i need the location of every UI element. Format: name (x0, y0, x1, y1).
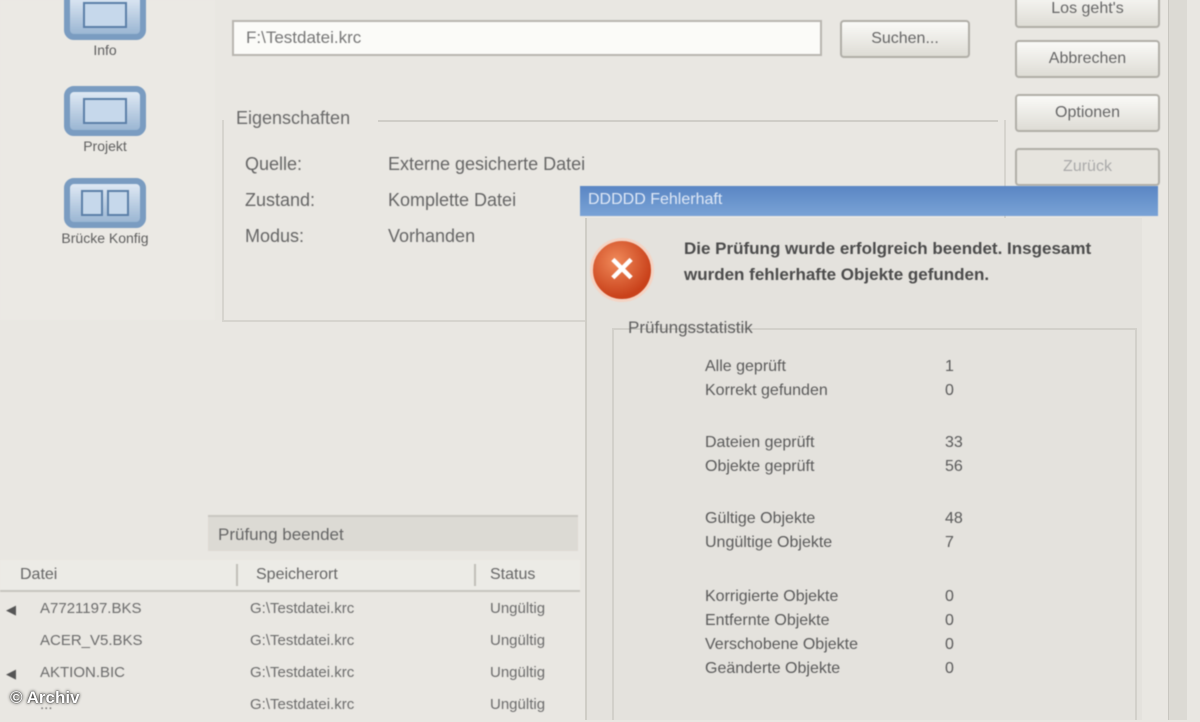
column-header-status[interactable]: Status (490, 566, 535, 584)
nav-item-label: Projekt (83, 138, 127, 154)
table-row[interactable]: ◀ A7721197.BKS G:\Testdatei.krc Ungültig (0, 594, 580, 626)
stat-label: Geänderte Objekte (705, 660, 841, 677)
property-label: Zustand: (245, 190, 316, 210)
property-value: Vorhanden (388, 226, 476, 246)
error-icon: ✕ (590, 238, 654, 302)
stat-value: 7 (945, 534, 954, 551)
source-path-field[interactable]: F:\Testdatei.krc (232, 20, 822, 56)
stat-label: Dateien geprüft (705, 434, 815, 451)
vertical-scrollbar[interactable] (1168, 0, 1187, 720)
monitor-icon (64, 86, 146, 136)
cell-location: G:\Testdatei.krc (250, 632, 355, 649)
browse-button[interactable]: Suchen... (840, 20, 970, 58)
stat-label: Objekte geprüft (705, 458, 815, 475)
stat-label: Alle geprüft (705, 358, 786, 375)
nav-item-bridge[interactable]: Brücke Konfig (40, 178, 170, 246)
group-divider (378, 120, 998, 122)
cell-location: G:\Testdatei.krc (250, 600, 355, 617)
cell-location: G:\Testdatei.krc (250, 664, 355, 681)
property-label: Modus: (245, 226, 305, 246)
nav-item-info[interactable]: Info (40, 0, 170, 58)
cell-status: Ungültig (490, 600, 546, 617)
property-value: Komplette Datei (388, 190, 517, 210)
stat-label: Korrigierte Objekte (705, 588, 839, 605)
column-header-location[interactable]: Speicherort (256, 566, 338, 584)
stats-panel (612, 328, 1137, 720)
back-button[interactable]: Zurück (1015, 148, 1160, 186)
cell-location: G:\Testdatei.krc (250, 696, 355, 713)
cancel-button[interactable]: Abbrechen (1015, 40, 1160, 78)
start-button[interactable]: Los geht's (1015, 0, 1160, 28)
nav-item-label: Info (93, 42, 117, 58)
cell-status: Ungültig (490, 664, 546, 681)
stat-label: Korrekt gefunden (705, 382, 828, 399)
error-message: Die Prüfung wurde erfolgreich beendet. I… (684, 239, 1092, 284)
stat-value: 0 (945, 612, 954, 629)
row-indicator-icon: ◀ (6, 602, 16, 617)
cell-file: A7721197.BKS (40, 600, 142, 617)
cell-status: Ungültig (490, 696, 546, 713)
column-separator[interactable] (236, 564, 238, 586)
nav-item-project[interactable]: Projekt (40, 86, 170, 154)
column-separator[interactable] (474, 564, 476, 586)
stat-value: 33 (945, 434, 963, 451)
group-title: Eigenschaften (236, 108, 351, 128)
row-indicator-icon: ◀ (6, 666, 16, 681)
nav-item-label: Brücke Konfig (61, 230, 149, 246)
monitor-icon (64, 0, 146, 40)
stat-label: Verschobene Objekte (705, 636, 858, 653)
stat-value: 0 (945, 660, 954, 677)
table-row[interactable]: ◀ AKTION.BIC G:\Testdatei.krc Ungültig (0, 658, 580, 690)
stats-title: Prüfungsstatistik (628, 318, 753, 337)
stat-label: Entfernte Objekte (705, 612, 830, 629)
column-header-file[interactable]: Datei (20, 566, 57, 584)
dual-monitor-icon (64, 178, 146, 228)
selected-item-highlight[interactable]: DDDDD Fehlerhaft (580, 186, 1158, 216)
stat-value: 48 (945, 510, 963, 527)
stat-label: Gültige Objekte (705, 510, 816, 527)
property-label: Quelle: (245, 154, 303, 174)
table-caption: Prüfung beendet (208, 515, 578, 551)
stat-value: 0 (945, 588, 954, 605)
cell-file: AKTION.BIC (40, 664, 126, 681)
left-navigation: Info Projekt Brücke Konfig (0, 0, 215, 320)
stat-value: 1 (945, 358, 954, 375)
stat-label: Ungültige Objekte (705, 534, 833, 551)
table-row[interactable]: ACER_V5.BKS G:\Testdatei.krc Ungültig (0, 626, 580, 658)
table-header: Datei Speicherort Status (0, 560, 580, 592)
cell-file: ACER_V5.BKS (40, 632, 143, 649)
cell-status: Ungültig (490, 632, 546, 649)
property-value: Externe gesicherte Datei (388, 154, 586, 174)
stat-value: 0 (945, 636, 954, 653)
table-row[interactable]: ... G:\Testdatei.krc Ungültig (0, 690, 580, 722)
options-button[interactable]: Optionen (1015, 94, 1160, 132)
stat-value: 56 (945, 458, 963, 475)
copyright-watermark: © Archiv (10, 688, 80, 707)
stat-value: 0 (945, 382, 954, 399)
